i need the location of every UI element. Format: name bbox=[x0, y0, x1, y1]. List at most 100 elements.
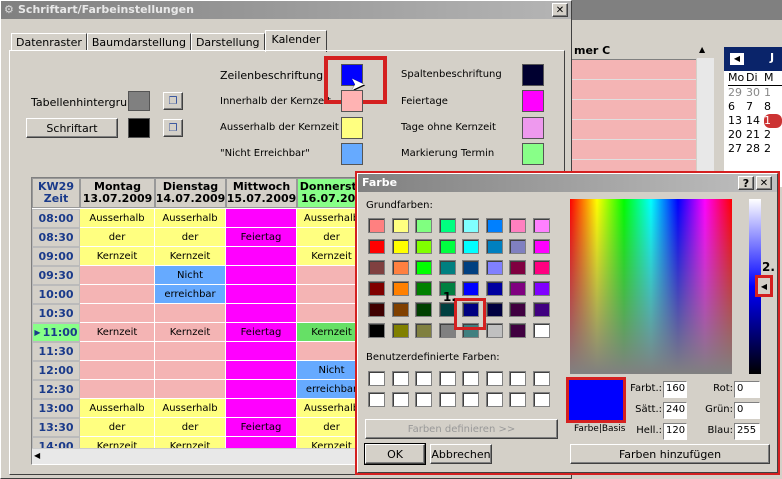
swatch-innerhalb[interactable] bbox=[341, 90, 363, 112]
calendar-cell[interactable]: Feiertag bbox=[226, 323, 297, 342]
calendar-cell[interactable]: Feiertag bbox=[226, 228, 297, 247]
custom-color-swatch[interactable] bbox=[438, 392, 456, 407]
basic-color-swatch[interactable] bbox=[368, 218, 385, 233]
calendar-cell[interactable] bbox=[80, 361, 155, 380]
calendar-cell[interactable]: der bbox=[297, 418, 360, 437]
calendar-cell[interactable]: Kernzeit bbox=[80, 247, 155, 266]
calendar-cell[interactable]: Ausserhalb bbox=[80, 399, 155, 418]
basic-color-swatch[interactable] bbox=[438, 239, 456, 254]
swatch-spaltenbeschriftung[interactable] bbox=[522, 64, 544, 86]
basic-color-swatch[interactable] bbox=[391, 260, 409, 275]
day-header[interactable]: Mittwoch 15.07.2009 bbox=[226, 178, 297, 208]
calendar-cell[interactable] bbox=[80, 266, 155, 285]
calendar-cell[interactable]: Ausserhalb bbox=[297, 209, 360, 228]
luminance-arrow[interactable]: ◀ bbox=[755, 275, 773, 297]
calendar-cell[interactable] bbox=[226, 342, 297, 361]
calendar-cell[interactable]: der bbox=[155, 228, 226, 247]
calendar-cell[interactable]: Feiertag bbox=[226, 418, 297, 437]
calendar-cell[interactable] bbox=[226, 209, 297, 228]
basic-color-swatch[interactable] bbox=[415, 218, 432, 233]
basic-color-swatch[interactable] bbox=[391, 218, 409, 233]
pick-tabellenhintergrund-button[interactable]: ❐ bbox=[163, 92, 183, 110]
basic-color-swatch[interactable] bbox=[532, 281, 550, 296]
basic-color-swatch[interactable] bbox=[532, 239, 550, 254]
calendar-cell[interactable] bbox=[297, 266, 360, 285]
calendar-cell[interactable] bbox=[297, 342, 360, 361]
basic-color-swatch[interactable] bbox=[485, 302, 503, 317]
basic-color-swatch[interactable] bbox=[532, 218, 550, 233]
basic-color-swatch[interactable] bbox=[415, 281, 432, 296]
swatch-schriftart[interactable] bbox=[128, 118, 150, 138]
basic-color-swatch[interactable] bbox=[438, 260, 456, 275]
field-input[interactable]: 0 bbox=[734, 402, 760, 419]
horizontal-scrollbar[interactable]: ◀ bbox=[32, 448, 360, 464]
calendar-cell[interactable] bbox=[226, 247, 297, 266]
basic-color-swatch[interactable] bbox=[485, 260, 503, 275]
basic-color-swatch[interactable] bbox=[509, 302, 526, 317]
calendar-cell[interactable] bbox=[155, 304, 226, 323]
custom-color-swatch[interactable] bbox=[391, 371, 409, 386]
calendar-cell[interactable] bbox=[80, 285, 155, 304]
custom-color-swatch[interactable] bbox=[485, 371, 503, 386]
calendar-cell[interactable]: Ausserhalb bbox=[80, 209, 155, 228]
calendar-cell[interactable]: erreichbar bbox=[155, 285, 226, 304]
calendar-cell[interactable] bbox=[155, 342, 226, 361]
swatch-tabellenhintergrund[interactable] bbox=[128, 91, 150, 111]
custom-color-swatch[interactable] bbox=[368, 392, 385, 407]
calendar-cell[interactable]: Nicht bbox=[155, 266, 226, 285]
basic-color-swatch[interactable] bbox=[368, 281, 385, 296]
basic-color-swatch[interactable] bbox=[415, 260, 432, 275]
basic-color-swatch[interactable] bbox=[368, 323, 385, 338]
basic-color-swatch[interactable] bbox=[509, 218, 526, 233]
calendar-cell[interactable]: Kernzeit bbox=[297, 247, 360, 266]
basic-color-swatch[interactable] bbox=[415, 302, 432, 317]
calendar-cell[interactable] bbox=[297, 285, 360, 304]
basic-color-swatch[interactable] bbox=[485, 281, 503, 296]
basic-color-swatch[interactable] bbox=[462, 260, 479, 275]
field-input[interactable]: 255 bbox=[734, 423, 760, 440]
schriftart-button[interactable]: Schriftart bbox=[26, 118, 118, 138]
tab-datenraster[interactable]: Datenraster bbox=[11, 33, 87, 51]
custom-color-swatch[interactable] bbox=[532, 392, 550, 407]
calendar-cell[interactable] bbox=[155, 380, 226, 399]
basic-color-swatch[interactable] bbox=[462, 218, 479, 233]
basic-color-swatch[interactable] bbox=[462, 239, 479, 254]
calendar-cell[interactable] bbox=[297, 304, 360, 323]
basic-color-swatch[interactable] bbox=[509, 239, 526, 254]
swatch-nicht-erreichbar[interactable] bbox=[341, 143, 363, 165]
add-colors-button[interactable]: Farben hinzufügen bbox=[570, 444, 770, 464]
basic-color-swatch[interactable] bbox=[532, 260, 550, 275]
field-input[interactable]: 0 bbox=[734, 381, 760, 398]
basic-color-swatch[interactable] bbox=[438, 218, 456, 233]
basic-color-swatch[interactable] bbox=[532, 323, 550, 338]
swatch-ausserhalb[interactable] bbox=[341, 117, 363, 139]
calendar-cell[interactable]: Ausserhalb bbox=[297, 399, 360, 418]
calendar-cell[interactable] bbox=[226, 380, 297, 399]
calendar-cell[interactable] bbox=[80, 304, 155, 323]
day-header[interactable]: Dienstag 14.07.2009 bbox=[155, 178, 226, 208]
swatch-markierung[interactable] bbox=[522, 143, 544, 165]
basic-color-swatch[interactable] bbox=[391, 302, 409, 317]
custom-color-swatch[interactable] bbox=[368, 371, 385, 386]
field-input[interactable]: 160 bbox=[663, 381, 687, 398]
basic-color-swatch[interactable] bbox=[485, 239, 503, 254]
custom-color-swatch[interactable] bbox=[462, 371, 479, 386]
help-button[interactable]: ? bbox=[738, 176, 754, 190]
calendar-cell[interactable] bbox=[155, 361, 226, 380]
calendar-cell[interactable]: Kernzeit bbox=[297, 323, 360, 342]
custom-color-swatch[interactable] bbox=[391, 392, 409, 407]
cancel-button[interactable]: Abbrechen bbox=[430, 444, 492, 464]
field-input[interactable]: 240 bbox=[663, 402, 687, 419]
custom-color-swatch[interactable] bbox=[509, 371, 526, 386]
basic-color-swatch[interactable] bbox=[509, 323, 526, 338]
tab-kalender[interactable]: Kalender bbox=[264, 30, 328, 52]
ok-button[interactable]: OK bbox=[364, 443, 426, 465]
basic-color-swatch[interactable] bbox=[415, 239, 432, 254]
swatch-feiertage[interactable] bbox=[522, 90, 544, 112]
day-header[interactable]: Montag 13.07.2009 bbox=[80, 178, 155, 208]
calendar-cell[interactable] bbox=[80, 342, 155, 361]
calendar-cell[interactable] bbox=[226, 304, 297, 323]
custom-color-swatch[interactable] bbox=[462, 392, 479, 407]
calendar-cell[interactable] bbox=[226, 399, 297, 418]
calendar-cell[interactable]: erreichbar bbox=[297, 380, 360, 399]
